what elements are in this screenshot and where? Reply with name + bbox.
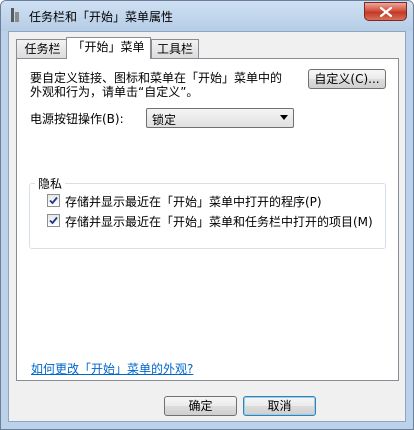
window-icon <box>11 8 19 22</box>
privacy-group-title: 隐私 <box>35 175 66 192</box>
title-bar[interactable]: 任务栏和「开始」菜单属性 <box>1 1 413 31</box>
recent-items-checkbox[interactable] <box>47 214 60 227</box>
window-title: 任务栏和「开始」菜单属性 <box>29 10 174 24</box>
tab-start-menu-label: 「开始」菜单 <box>72 40 145 54</box>
tab-taskbar-label: 任务栏 <box>24 42 61 56</box>
power-button-value: 锁定 <box>152 113 177 127</box>
description-line-2: 外观和行为，请单击“自定义”。 <box>30 85 199 99</box>
tab-taskbar[interactable]: 任务栏 <box>16 39 69 58</box>
tab-start-menu[interactable]: 「开始」菜单 <box>66 37 151 59</box>
properties-window: 任务栏和「开始」菜单属性 任务栏 「开始」菜单 工具栏 要自定义链接、图标和菜单… <box>0 0 414 430</box>
ok-button[interactable]: 确定 <box>164 396 237 416</box>
help-link[interactable]: 如何更改「开始」菜单的外观? <box>31 360 193 377</box>
dialog-body: 任务栏 「开始」菜单 工具栏 要自定义链接、图标和菜单在「开始」菜单中的 外观和… <box>8 31 406 422</box>
chevron-down-icon <box>280 115 288 120</box>
power-button-label: 电源按钮操作(B): <box>30 112 124 126</box>
recent-programs-checkbox[interactable] <box>47 194 60 207</box>
check-icon <box>49 216 58 225</box>
customize-button[interactable]: 自定义(C)... <box>308 69 386 89</box>
tab-toolbars-label: 工具栏 <box>156 42 193 56</box>
customize-description: 要自定义链接、图标和菜单在「开始」菜单中的 外观和行为，请单击“自定义”。 <box>30 71 310 99</box>
tab-toolbars[interactable]: 工具栏 <box>151 39 199 58</box>
recent-items-label: 存储并显示最近在「开始」菜单和任务栏中打开的项目(M) <box>65 215 373 229</box>
start-menu-panel: 要自定义链接、图标和菜单在「开始」菜单中的 外观和行为，请单击“自定义”。 自定… <box>16 58 399 381</box>
close-button[interactable] <box>364 2 407 21</box>
description-line-1: 要自定义链接、图标和菜单在「开始」菜单中的 <box>30 71 283 85</box>
check-icon <box>49 196 58 205</box>
close-icon <box>380 7 392 17</box>
power-button-select[interactable]: 锁定 <box>146 108 294 128</box>
cancel-button[interactable]: 取消 <box>243 396 316 416</box>
recent-programs-label: 存储并显示最近在「开始」菜单中打开的程序(P) <box>65 195 322 209</box>
